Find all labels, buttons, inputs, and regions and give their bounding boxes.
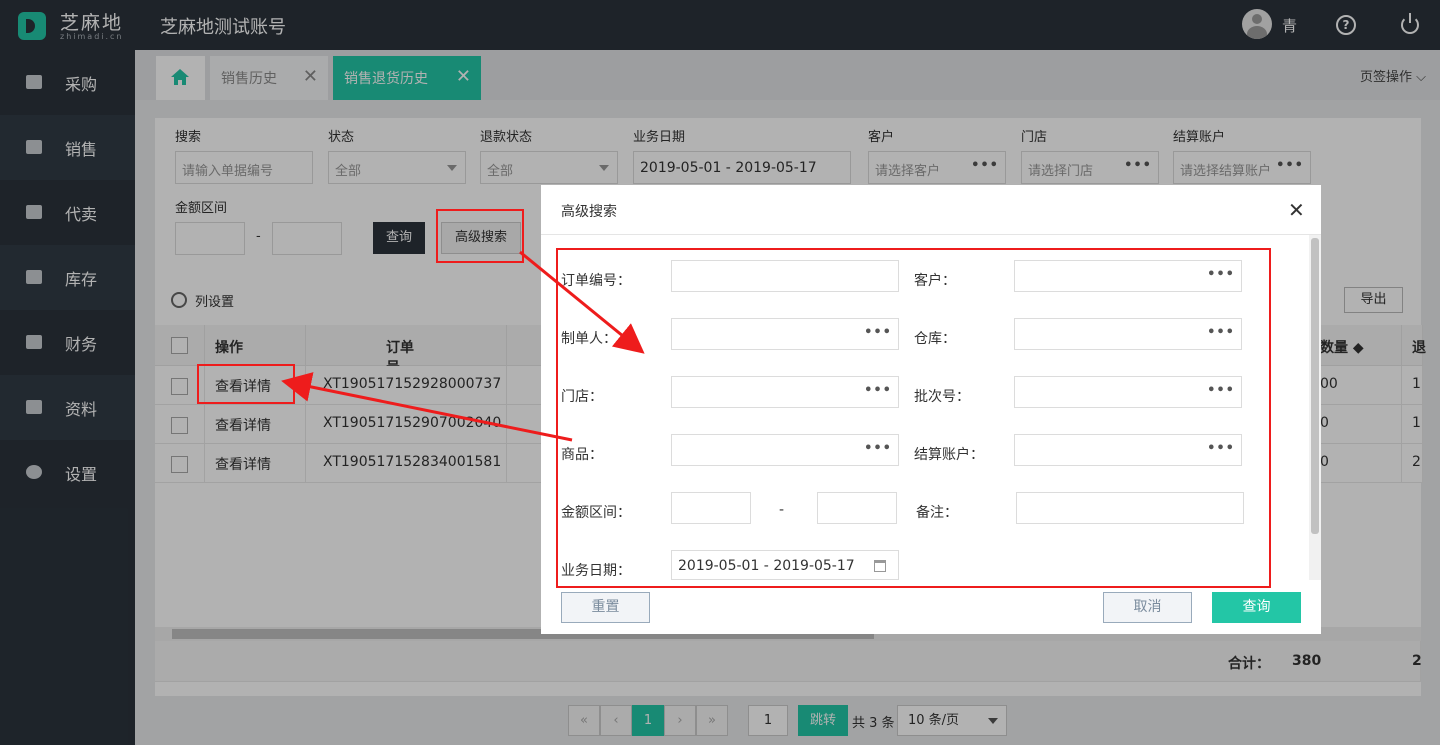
annotation-arrows xyxy=(281,250,645,442)
